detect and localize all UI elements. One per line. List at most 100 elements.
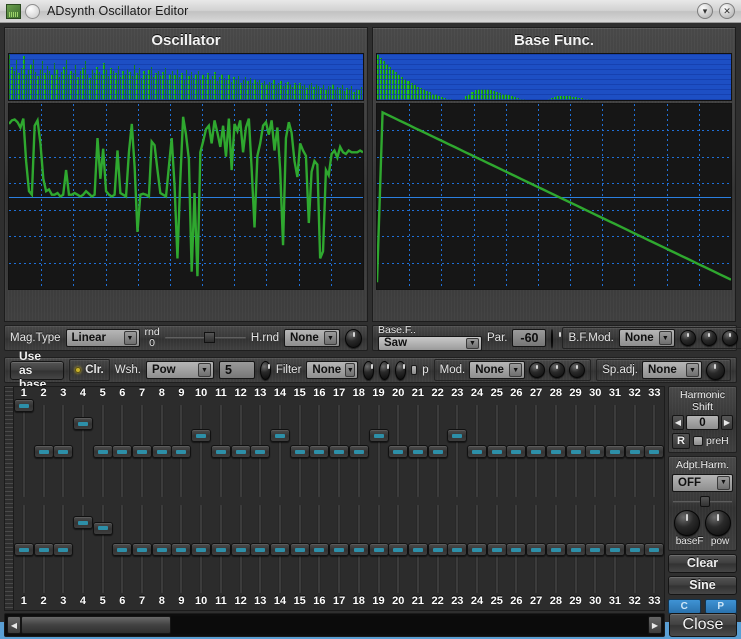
harmonic-phase-slider[interactable] xyxy=(388,501,408,597)
slider-handle[interactable] xyxy=(349,445,369,458)
harmonic-phase-slider[interactable] xyxy=(14,501,34,597)
preh-checkbox[interactable] xyxy=(693,436,703,446)
harmonic-phase-slider[interactable] xyxy=(270,501,290,597)
slider-handle[interactable] xyxy=(585,445,605,458)
slider-handle[interactable] xyxy=(152,445,172,458)
harmonic-phase-slider[interactable] xyxy=(585,501,605,597)
adpt-harm-basef-knob[interactable] xyxy=(674,510,700,536)
basefunc-waveform-display[interactable] xyxy=(376,103,732,290)
harmonic-phase-slider[interactable] xyxy=(507,501,527,597)
harmonic-phase-slider[interactable] xyxy=(329,501,349,597)
slider-handle[interactable] xyxy=(546,543,566,556)
mod-p3-knob[interactable] xyxy=(569,362,585,378)
bfmod-p1-knob[interactable] xyxy=(680,330,696,346)
harmonic-shift-reset-button[interactable]: R xyxy=(672,433,690,449)
slider-handle[interactable] xyxy=(329,543,349,556)
clear-harmonics-button[interactable]: Clear xyxy=(668,554,737,573)
chevron-down-icon[interactable]: ▾ xyxy=(697,3,713,19)
harmonic-phase-slider[interactable] xyxy=(408,501,428,597)
mod-p1-knob[interactable] xyxy=(529,362,545,378)
slider-handle[interactable] xyxy=(369,543,389,556)
slider-handle[interactable] xyxy=(388,445,408,458)
waveshaping-amount-value[interactable]: 5 xyxy=(219,361,255,379)
harmonic-magnitude-slider[interactable] xyxy=(467,401,487,501)
slider-handle[interactable] xyxy=(585,543,605,556)
harmonic-phase-sliders[interactable] xyxy=(14,501,664,597)
harmonic-phase-slider[interactable] xyxy=(566,501,586,597)
harmonic-phase-slider[interactable] xyxy=(310,501,330,597)
harmonic-phase-slider[interactable] xyxy=(546,501,566,597)
slider-handle[interactable] xyxy=(566,445,586,458)
waveshaping-type-select[interactable]: Pow ▼ xyxy=(146,361,214,379)
adpt-harm-slider[interactable] xyxy=(673,496,732,508)
harmonic-magnitude-slider[interactable] xyxy=(14,401,34,501)
bfmod-p3-knob[interactable] xyxy=(722,330,738,346)
slider-handle[interactable] xyxy=(191,429,211,442)
harmonic-magnitude-slider[interactable] xyxy=(191,401,211,501)
slider-handle[interactable] xyxy=(231,445,251,458)
harmonic-phase-slider[interactable] xyxy=(34,501,54,597)
harmonic-magnitude-slider[interactable] xyxy=(585,401,605,501)
scrollbar-thumb[interactable] xyxy=(21,616,171,634)
hrnd-amount-knob[interactable] xyxy=(345,329,362,348)
slider-handle[interactable] xyxy=(309,543,329,556)
slider-handle[interactable] xyxy=(191,543,211,556)
slider-handle[interactable] xyxy=(152,543,172,556)
harmonic-phase-slider[interactable] xyxy=(428,501,448,597)
slider-handle[interactable] xyxy=(14,543,34,556)
par-value[interactable]: -60 xyxy=(512,329,546,347)
harmonic-phase-slider[interactable] xyxy=(211,501,231,597)
hrnd-select[interactable]: None ▼ xyxy=(284,329,340,347)
slider-handle[interactable] xyxy=(73,417,93,430)
slider-handle[interactable] xyxy=(93,522,113,535)
slider-handle[interactable] xyxy=(231,543,251,556)
oscillator-waveform-display[interactable] xyxy=(8,103,364,290)
slider-handle[interactable] xyxy=(132,543,152,556)
waveshaping-amount-knob[interactable] xyxy=(260,361,271,380)
harmonic-phase-slider[interactable] xyxy=(605,501,625,597)
harmonic-phase-slider[interactable] xyxy=(250,501,270,597)
harmonic-magnitude-slider[interactable] xyxy=(132,401,152,501)
harmonic-magnitude-slider[interactable] xyxy=(250,401,270,501)
slider-handle[interactable] xyxy=(309,445,329,458)
slider-handle[interactable] xyxy=(270,543,290,556)
harmonic-phase-slider[interactable] xyxy=(487,501,507,597)
harmonic-magnitude-slider[interactable] xyxy=(369,401,389,501)
harmonic-magnitude-slider[interactable] xyxy=(34,401,54,501)
harmonic-phase-slider[interactable] xyxy=(53,501,73,597)
slider-handle[interactable] xyxy=(506,543,526,556)
slider-handle[interactable] xyxy=(34,543,54,556)
right-arrow-icon[interactable]: ▶ xyxy=(721,415,733,430)
slider-handle[interactable] xyxy=(447,543,467,556)
slider-handle[interactable] xyxy=(171,543,191,556)
harmonic-magnitude-slider[interactable] xyxy=(93,401,113,501)
slider-handle[interactable] xyxy=(644,445,664,458)
slider-handle[interactable] xyxy=(329,445,349,458)
harmonic-magnitude-slider[interactable] xyxy=(566,401,586,501)
filter-prefilter-checkbox[interactable] xyxy=(411,365,417,375)
slider-handle[interactable] xyxy=(526,543,546,556)
use-as-base-button[interactable]: Use as base xyxy=(10,361,64,380)
harmonic-magnitude-slider[interactable] xyxy=(408,401,428,501)
harmonics-scrollbar[interactable]: ◀ ▶ xyxy=(4,613,665,637)
scrollbar-track[interactable] xyxy=(21,616,648,634)
harmonic-magnitude-slider[interactable] xyxy=(113,401,133,501)
slider-handle[interactable] xyxy=(467,543,487,556)
slider-handle[interactable] xyxy=(112,445,132,458)
harmonic-phase-slider[interactable] xyxy=(93,501,113,597)
basef-select[interactable]: Saw ▼ xyxy=(378,336,482,351)
slider-handle[interactable] xyxy=(53,543,73,556)
harmonic-magnitude-slider[interactable] xyxy=(53,401,73,501)
slider-handle[interactable] xyxy=(34,445,54,458)
mag-type-select[interactable]: Linear ▼ xyxy=(66,329,140,347)
slider-handle[interactable] xyxy=(349,543,369,556)
slider-handle[interactable] xyxy=(447,429,467,442)
harmonic-phase-slider[interactable] xyxy=(231,501,251,597)
slider-handle[interactable] xyxy=(211,543,231,556)
slider-handle[interactable] xyxy=(53,445,73,458)
clear-group[interactable]: Clr. xyxy=(69,359,110,381)
slider-handle[interactable] xyxy=(388,543,408,556)
harmonic-magnitude-slider[interactable] xyxy=(546,401,566,501)
harmonic-phase-slider[interactable] xyxy=(191,501,211,597)
harmonic-magnitude-slider[interactable] xyxy=(605,401,625,501)
